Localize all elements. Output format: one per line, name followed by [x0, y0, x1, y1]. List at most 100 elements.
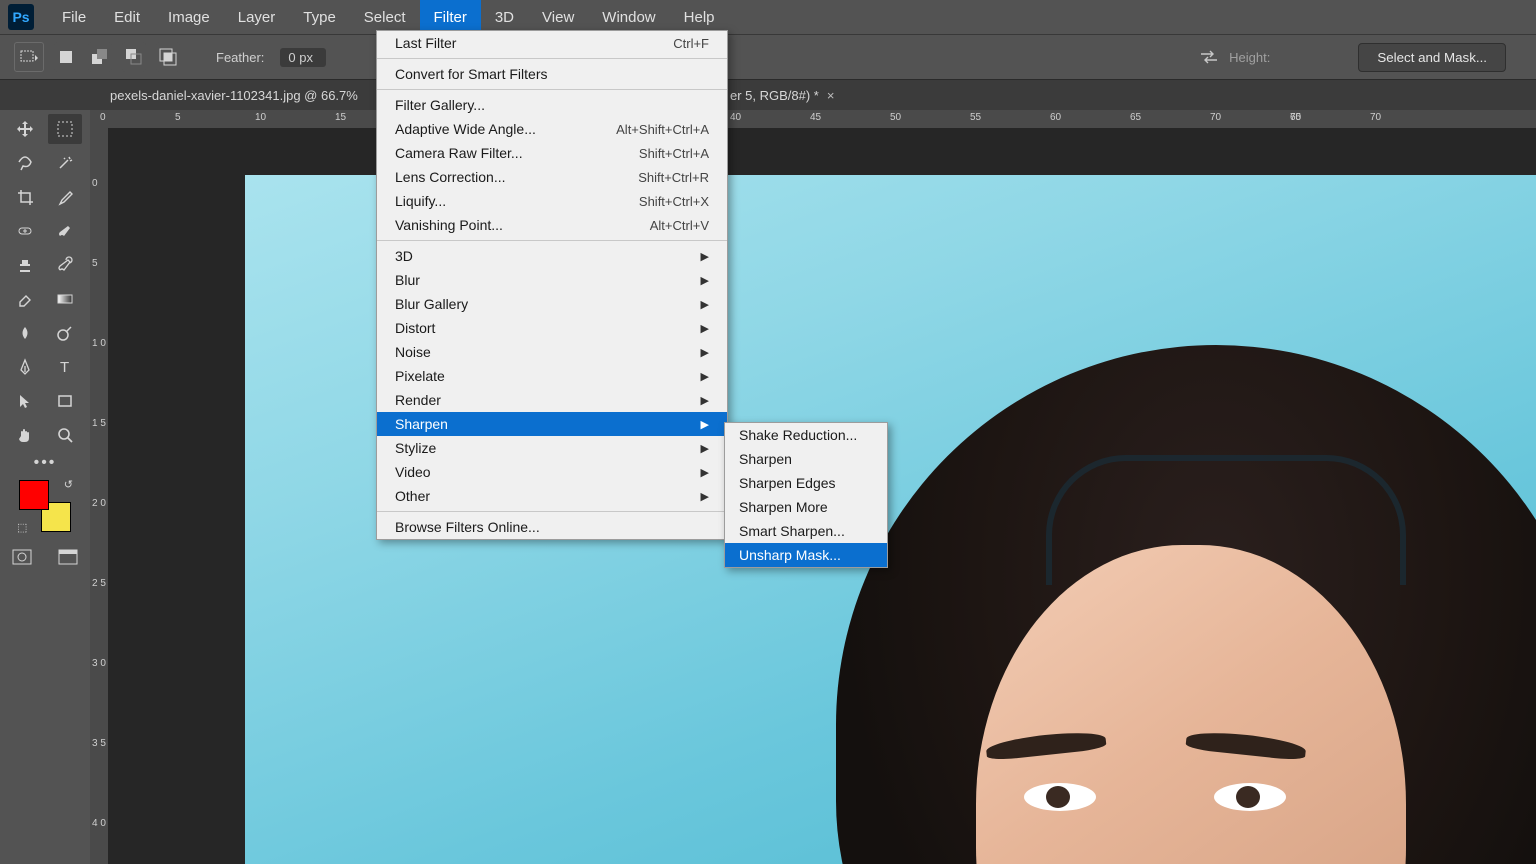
ruler-tick: 40 — [730, 112, 741, 123]
menu-blur-submenu[interactable]: Blur▶ — [377, 268, 727, 292]
menu-smart-sharpen[interactable]: Smart Sharpen... — [725, 519, 887, 543]
ruler-tick: 70 — [1370, 112, 1381, 123]
ruler-tick: 0 — [92, 178, 98, 189]
ruler-tick: 3 5 — [92, 738, 106, 749]
color-swatches[interactable]: ↺ ⬚ — [19, 480, 71, 532]
select-and-mask-button[interactable]: Select and Mask... — [1358, 43, 1506, 72]
menu-browse-filters[interactable]: Browse Filters Online... — [377, 515, 727, 539]
blur-tool[interactable] — [8, 318, 42, 348]
ruler-tick: 70 — [1210, 112, 1221, 123]
stamp-tool[interactable] — [8, 250, 42, 280]
menu-file[interactable]: File — [48, 0, 100, 34]
app-logo: Ps — [8, 4, 34, 30]
menu-window[interactable]: Window — [588, 0, 669, 34]
menu-stylize-submenu[interactable]: Stylize▶ — [377, 436, 727, 460]
menu-pixelate-submenu[interactable]: Pixelate▶ — [377, 364, 727, 388]
shape-tool[interactable] — [48, 386, 82, 416]
menu-3d[interactable]: 3D — [481, 0, 528, 34]
lasso-tool[interactable] — [8, 148, 42, 178]
menu-filter[interactable]: Filter — [420, 0, 481, 34]
ruler-tick: 4 0 — [92, 818, 106, 829]
menu-distort-submenu[interactable]: Distort▶ — [377, 316, 727, 340]
foreground-swatch[interactable] — [19, 480, 49, 510]
menu-sharpen-more[interactable]: Sharpen More — [725, 495, 887, 519]
type-tool[interactable]: T — [48, 352, 82, 382]
ruler-vertical: 0 5 1 0 1 5 2 0 2 5 3 0 3 5 4 0 — [90, 128, 108, 864]
feather-label: Feather: — [216, 50, 264, 65]
eyedropper-tool[interactable] — [48, 182, 82, 212]
ruler-tick: 2 0 — [92, 498, 106, 509]
filter-menu-dropdown: Last FilterCtrl+F Convert for Smart Filt… — [376, 30, 728, 540]
menu-other-submenu[interactable]: Other▶ — [377, 484, 727, 508]
brush-tool[interactable] — [48, 216, 82, 246]
sharpen-submenu: Shake Reduction... Sharpen Sharpen Edges… — [724, 422, 888, 568]
document-tab[interactable]: pexels-daniel-xavier-1102341.jpg @ 66.7% — [100, 80, 368, 110]
subtract-selection-icon[interactable] — [122, 42, 146, 72]
menu-help[interactable]: Help — [670, 0, 729, 34]
menu-vanishing-point[interactable]: Vanishing Point...Alt+Ctrl+V — [377, 213, 727, 237]
ruler-tick: 1 0 — [92, 338, 106, 349]
path-selection-tool[interactable] — [8, 386, 42, 416]
menu-camera-raw[interactable]: Camera Raw Filter...Shift+Ctrl+A — [377, 141, 727, 165]
move-tool[interactable] — [8, 114, 42, 144]
menu-image[interactable]: Image — [154, 0, 224, 34]
ruler-tick: 0 — [100, 112, 106, 123]
ruler-tick: 5 — [175, 112, 181, 123]
menu-lens-correction[interactable]: Lens Correction...Shift+Ctrl+R — [377, 165, 727, 189]
menu-sharpen-submenu[interactable]: Sharpen▶ — [377, 412, 727, 436]
menu-select[interactable]: Select — [350, 0, 420, 34]
menu-adaptive-wide-angle[interactable]: Adaptive Wide Angle...Alt+Shift+Ctrl+A — [377, 117, 727, 141]
document-tab-bar: pexels-daniel-xavier-1102341.jpg @ 66.7%… — [0, 80, 1536, 110]
menu-3d-submenu[interactable]: 3D▶ — [377, 244, 727, 268]
menu-last-filter[interactable]: Last FilterCtrl+F — [377, 31, 727, 55]
default-colors-icon[interactable]: ↺ — [64, 478, 73, 491]
menu-blur-gallery-submenu[interactable]: Blur Gallery▶ — [377, 292, 727, 316]
intersect-selection-icon[interactable] — [156, 42, 180, 72]
menu-view[interactable]: View — [528, 0, 588, 34]
close-tab-icon[interactable]: × — [827, 88, 835, 103]
menu-sharpen-edges[interactable]: Sharpen Edges — [725, 471, 887, 495]
history-brush-tool[interactable] — [48, 250, 82, 280]
menu-noise-submenu[interactable]: Noise▶ — [377, 340, 727, 364]
screen-mode-icon[interactable] — [51, 542, 85, 572]
menu-edit[interactable]: Edit — [100, 0, 154, 34]
swap-colors-icon[interactable]: ⬚ — [17, 521, 27, 534]
menu-layer[interactable]: Layer — [224, 0, 290, 34]
new-selection-icon[interactable] — [54, 42, 78, 72]
menu-bar: Ps File Edit Image Layer Type Select Fil… — [0, 0, 1536, 34]
marquee-tool[interactable] — [48, 114, 82, 144]
svg-text:T: T — [60, 359, 69, 376]
magic-wand-tool[interactable] — [48, 148, 82, 178]
tool-panel: T ••• ↺ ⬚ — [0, 110, 90, 576]
menu-unsharp-mask[interactable]: Unsharp Mask... — [725, 543, 887, 567]
options-bar: Feather: 0 px Height: Select and Mask... — [0, 34, 1536, 80]
ruler-tick: 60 — [1050, 112, 1061, 123]
ruler-tick: 45 — [810, 112, 821, 123]
ruler-tick: 65 — [1130, 112, 1141, 123]
ruler-tick: 1 5 — [92, 418, 106, 429]
tool-preset-icon[interactable] — [14, 42, 44, 72]
dodge-tool[interactable] — [48, 318, 82, 348]
ruler-tick: 3 0 — [92, 658, 106, 669]
menu-sharpen[interactable]: Sharpen — [725, 447, 887, 471]
zoom-tool[interactable] — [48, 420, 82, 450]
more-tools-icon[interactable]: ••• — [4, 454, 86, 472]
feather-input[interactable]: 0 px — [280, 48, 326, 67]
menu-convert-smart[interactable]: Convert for Smart Filters — [377, 62, 727, 86]
menu-shake-reduction[interactable]: Shake Reduction... — [725, 423, 887, 447]
gradient-tool[interactable] — [48, 284, 82, 314]
crop-tool[interactable] — [8, 182, 42, 212]
add-selection-icon[interactable] — [88, 42, 112, 72]
menu-type[interactable]: Type — [289, 0, 350, 34]
menu-render-submenu[interactable]: Render▶ — [377, 388, 727, 412]
healing-brush-tool[interactable] — [8, 216, 42, 246]
menu-filter-gallery[interactable]: Filter Gallery... — [377, 93, 727, 117]
menu-video-submenu[interactable]: Video▶ — [377, 460, 727, 484]
eraser-tool[interactable] — [8, 284, 42, 314]
menu-liquify[interactable]: Liquify...Shift+Ctrl+X — [377, 189, 727, 213]
hand-tool[interactable] — [8, 420, 42, 450]
ruler-tick: 65 — [1290, 112, 1301, 123]
swap-dims-icon[interactable] — [1199, 50, 1219, 64]
quick-mask-icon[interactable] — [5, 542, 39, 572]
pen-tool[interactable] — [8, 352, 42, 382]
